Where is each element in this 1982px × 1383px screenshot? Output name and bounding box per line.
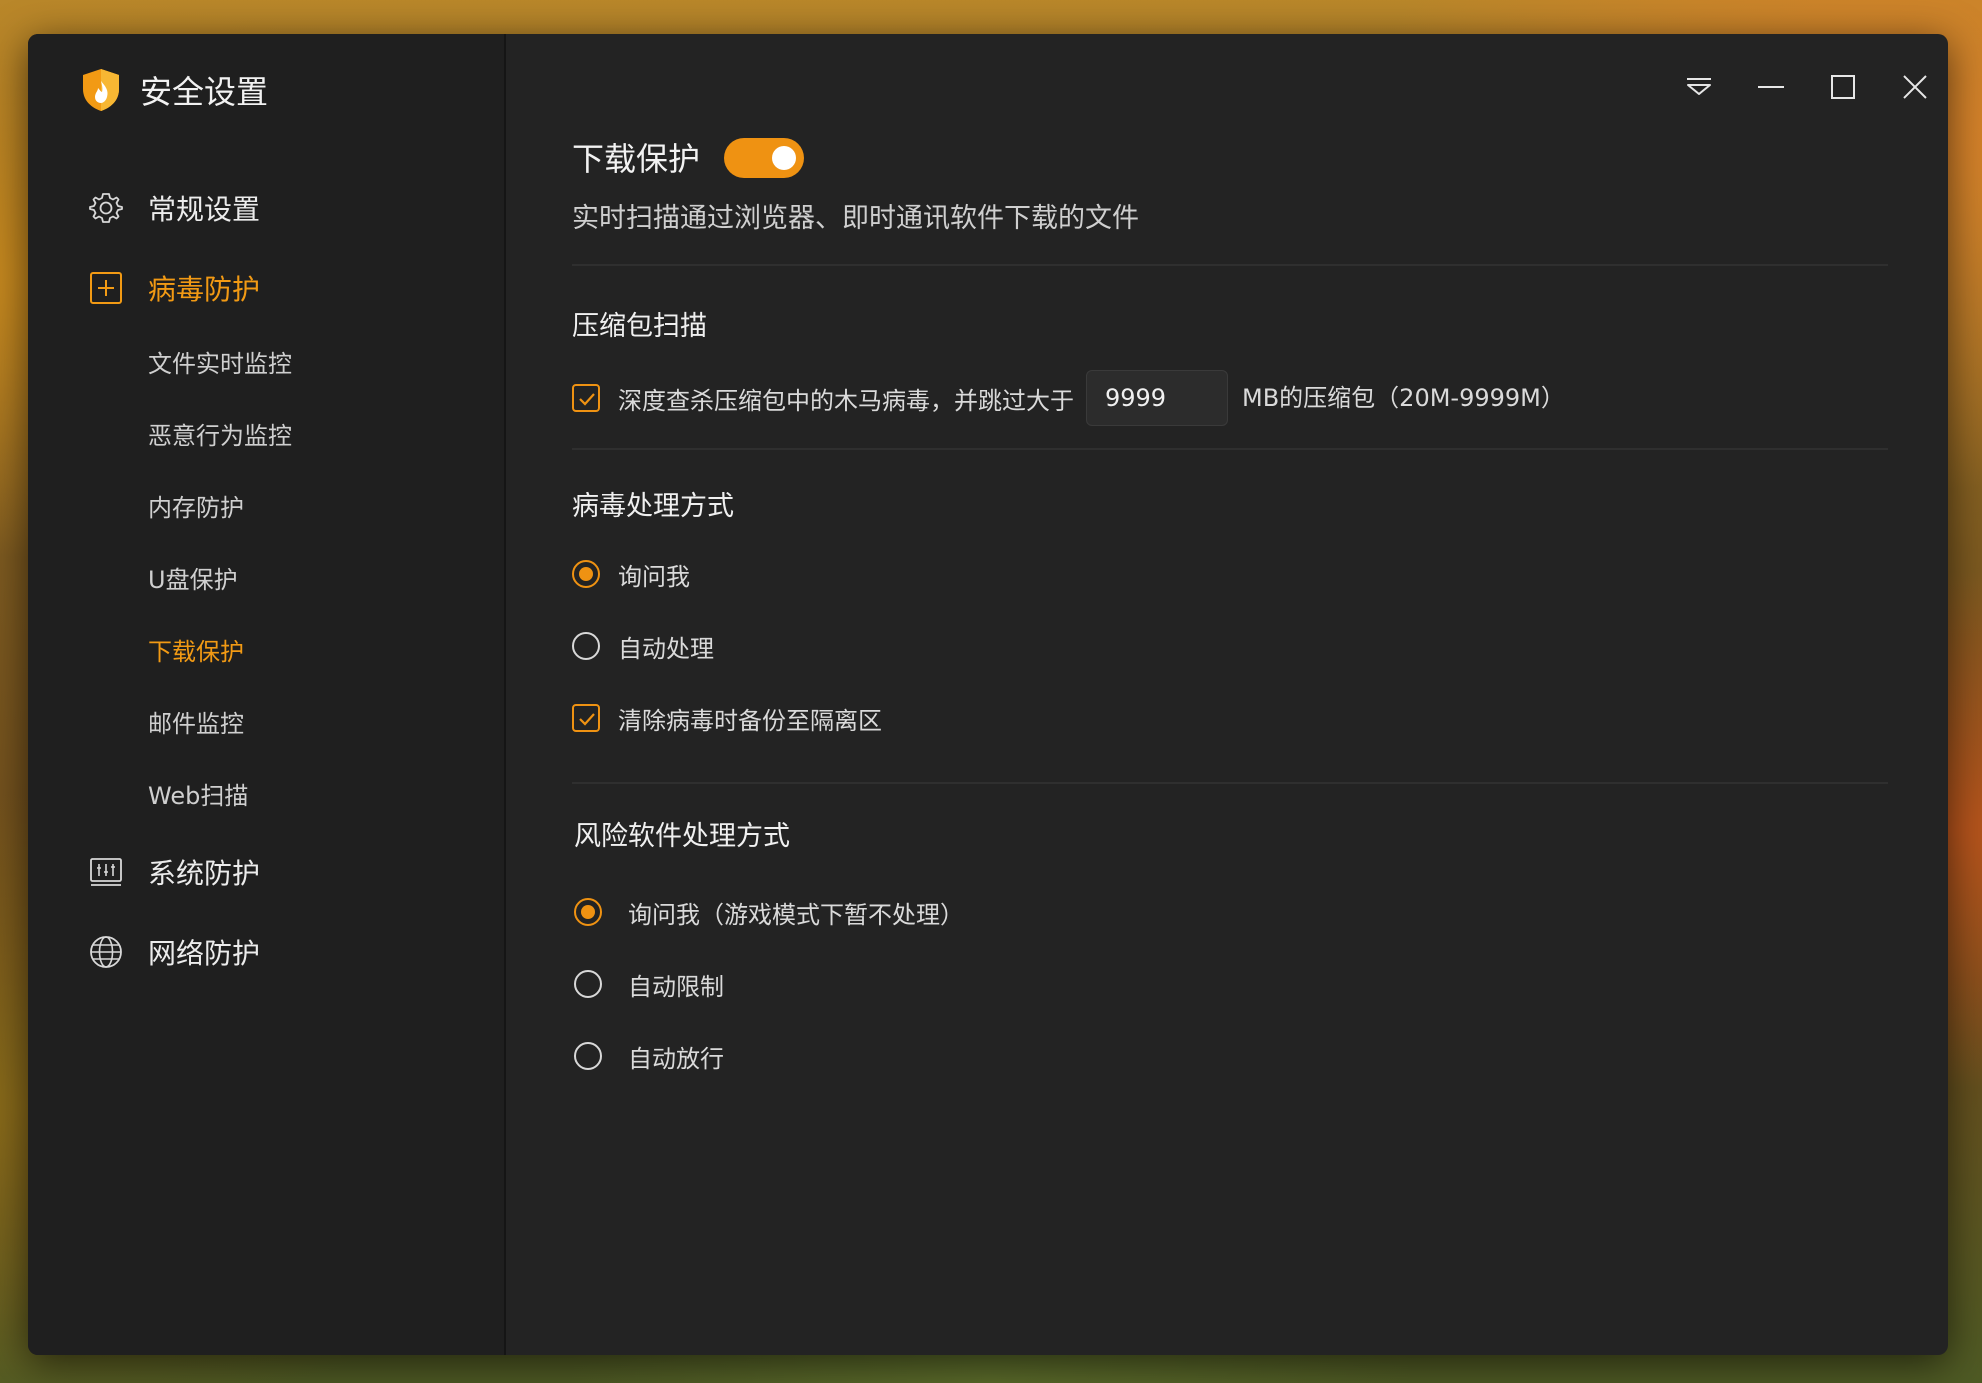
maximize-button[interactable] [1818,64,1868,110]
radio-selected[interactable] [574,898,602,926]
virus-handling-section-title: 病毒处理方式 [572,491,734,522]
virus-option-ask-label: 询问我 [618,562,690,591]
nav-general-settings[interactable]: 常规设置 [88,180,260,236]
sidebar: 安全设置 常规设置 病毒防护 文件实时监控 恶意行为监控 内存防护 U盘保护 下… [28,34,506,1355]
page-description: 实时扫描通过浏览器、即时通讯软件下载的文件 [572,203,1139,234]
radio-selected[interactable] [572,560,600,588]
backup-quarantine-checkbox[interactable] [572,704,600,732]
close-icon [1903,75,1927,99]
nav-network-protection[interactable]: 网络防护 [88,924,260,980]
toggle-knob [772,146,796,170]
divider [572,264,1888,266]
close-button[interactable] [1890,64,1940,110]
menu-dropdown-button[interactable] [1674,64,1724,110]
archive-deep-scan-label: 深度查杀压缩包中的木马病毒，并跳过大于 [618,386,1074,415]
nav-virus-label: 病毒防护 [148,273,261,306]
divider [572,782,1888,784]
checkmark-icon [579,713,595,726]
minimize-icon [1758,86,1784,88]
app-title: 安全设置 [140,73,269,111]
radio-unselected[interactable] [574,1042,602,1070]
nav-sub-behavior-monitor[interactable]: 恶意行为监控 [148,414,292,458]
nav-system-protection[interactable]: 系统防护 [88,844,260,900]
divider [572,448,1888,450]
plus-box-icon [90,272,122,304]
gear-icon [89,193,123,223]
download-protection-toggle[interactable] [724,138,804,178]
nav-sub-web-scan[interactable]: Web扫描 [148,774,248,818]
globe-icon [90,936,122,968]
main-panel: 下载保护 实时扫描通过浏览器、即时通讯软件下载的文件 压缩包扫描 深度查杀压缩包… [506,34,1948,1355]
checkmark-icon [579,393,595,406]
nav-sub-memory-protection[interactable]: 内存防护 [148,486,244,530]
radio-unselected[interactable] [572,632,600,660]
nav-network-label: 网络防护 [148,937,261,970]
archive-size-input[interactable] [1086,370,1228,426]
nav-general-label: 常规设置 [148,193,261,226]
virus-option-auto-label: 自动处理 [618,634,714,663]
archive-size-suffix: MB的压缩包（20M-9999M） [1242,384,1565,412]
archive-deep-scan-checkbox-row[interactable]: 深度查杀压缩包中的木马病毒，并跳过大于 [572,378,1074,418]
minimize-button[interactable] [1746,64,1796,110]
nav-sub-usb-protection[interactable]: U盘保护 [148,558,238,602]
radio-unselected[interactable] [574,970,602,998]
dropdown-menu-icon [1687,78,1711,95]
risk-handling-section-title: 风险软件处理方式 [574,821,790,852]
risk-option-ask-label: 询问我（游戏模式下暂不处理） [628,900,964,929]
maximize-icon [1831,75,1855,99]
risk-option-ask[interactable]: 询问我（游戏模式下暂不处理） [574,892,964,932]
archive-section-title: 压缩包扫描 [572,311,707,342]
backup-quarantine-checkbox-row[interactable]: 清除病毒时备份至隔离区 [572,698,882,738]
app-header: 安全设置 [80,62,268,118]
nav-sub-file-monitor[interactable]: 文件实时监控 [148,342,292,386]
risk-option-allow[interactable]: 自动放行 [574,1036,724,1076]
shield-flame-logo-icon [83,69,119,111]
settings-window: 安全设置 常规设置 病毒防护 文件实时监控 恶意行为监控 内存防护 U盘保护 下… [28,34,1948,1355]
archive-deep-scan-checkbox[interactable] [572,384,600,412]
virus-option-ask[interactable]: 询问我 [572,554,690,594]
nav-sub-download-protection[interactable]: 下载保护 [148,630,244,674]
backup-quarantine-label: 清除病毒时备份至隔离区 [618,706,882,735]
risk-option-restrict-label: 自动限制 [628,972,724,1001]
page-title: 下载保护 [572,140,701,178]
nav-system-label: 系统防护 [148,857,261,890]
virus-option-auto[interactable]: 自动处理 [572,626,714,666]
risk-option-allow-label: 自动放行 [628,1044,724,1073]
nav-virus-protection[interactable]: 病毒防护 [88,260,260,316]
nav-sub-mail-monitor[interactable]: 邮件监控 [148,702,244,746]
risk-option-restrict[interactable]: 自动限制 [574,964,724,1004]
sliders-monitor-icon [90,858,122,886]
